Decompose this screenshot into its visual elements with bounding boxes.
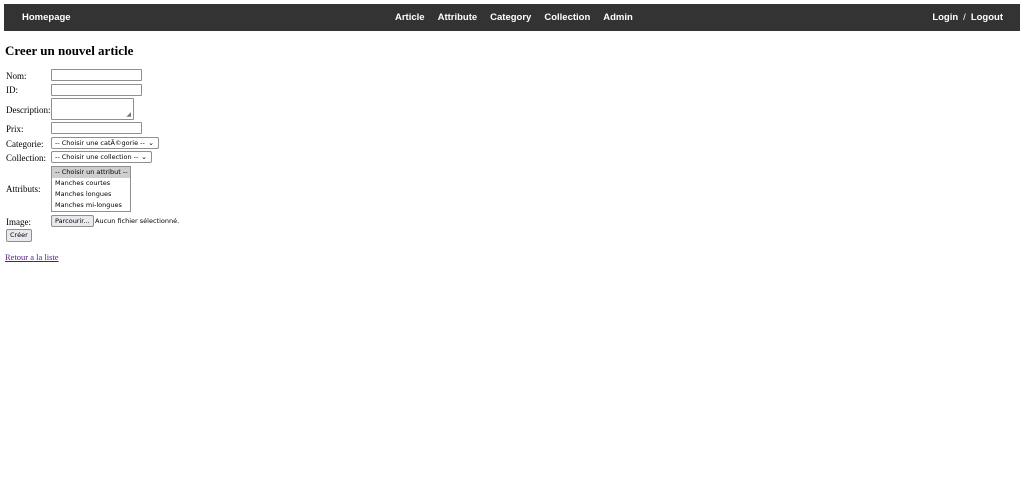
nom-label: Nom: [6,71,27,81]
nav-homepage-link[interactable]: Homepage [22,12,71,23]
nav-main-links: Article Attribute Category Collection Ad… [395,12,646,23]
chevron-down-icon: ⌄ [141,153,147,161]
attribut-option[interactable]: Manches courtes [52,178,130,189]
file-status-text: Aucun fichier sélectionné. [95,217,180,225]
prix-label: Prix: [6,124,24,134]
file-browse-button[interactable]: Parcourir... [51,215,94,227]
nav-separator: / [963,12,966,23]
nav-collection-link[interactable]: Collection [544,12,590,23]
nav-login-link[interactable]: Login [932,12,958,23]
categorie-select[interactable]: -- Choisir une catÃ©gorie -- ⌄ [51,137,159,149]
navbar: Homepage Article Attribute Category Coll… [4,4,1020,31]
chevron-down-icon: ⌄ [148,139,154,147]
attribut-option[interactable]: Manches mi-longues [52,200,130,211]
description-label: Description: [6,105,51,115]
id-input[interactable] [51,84,142,96]
attributs-listbox[interactable]: -- Choisir un attribut -- Manches courte… [51,166,131,212]
collection-label: Collection: [6,153,46,163]
nav-attribute-link[interactable]: Attribute [438,12,478,23]
categorie-selected-value: -- Choisir une catÃ©gorie -- [55,139,145,147]
nav-logout-link[interactable]: Logout [971,12,1003,23]
nav-admin-link[interactable]: Admin [603,12,633,23]
back-to-list-link[interactable]: Retour a la liste [5,252,59,262]
resize-handle-icon[interactable]: ◢ [126,111,131,118]
id-label: ID: [6,85,18,95]
nav-auth-links: Login / Logout [932,12,1003,23]
nav-article-link[interactable]: Article [395,12,425,23]
attributs-label: Attributs: [6,184,41,194]
nom-input[interactable] [51,69,142,81]
image-label: Image: [6,217,31,227]
collection-selected-value: -- Choisir une collection -- [55,153,139,161]
page-title: Creer un nouvel article [5,43,134,58]
categorie-label: Categorie: [6,139,44,149]
prix-input[interactable] [51,122,142,134]
attribut-option[interactable]: Manches longues [52,189,130,200]
nav-category-link[interactable]: Category [490,12,531,23]
description-textarea[interactable]: ◢ [51,98,134,120]
create-button[interactable]: Créer [6,229,32,242]
attribut-option[interactable]: -- Choisir un attribut -- [52,167,130,178]
collection-select[interactable]: -- Choisir une collection -- ⌄ [51,151,152,163]
